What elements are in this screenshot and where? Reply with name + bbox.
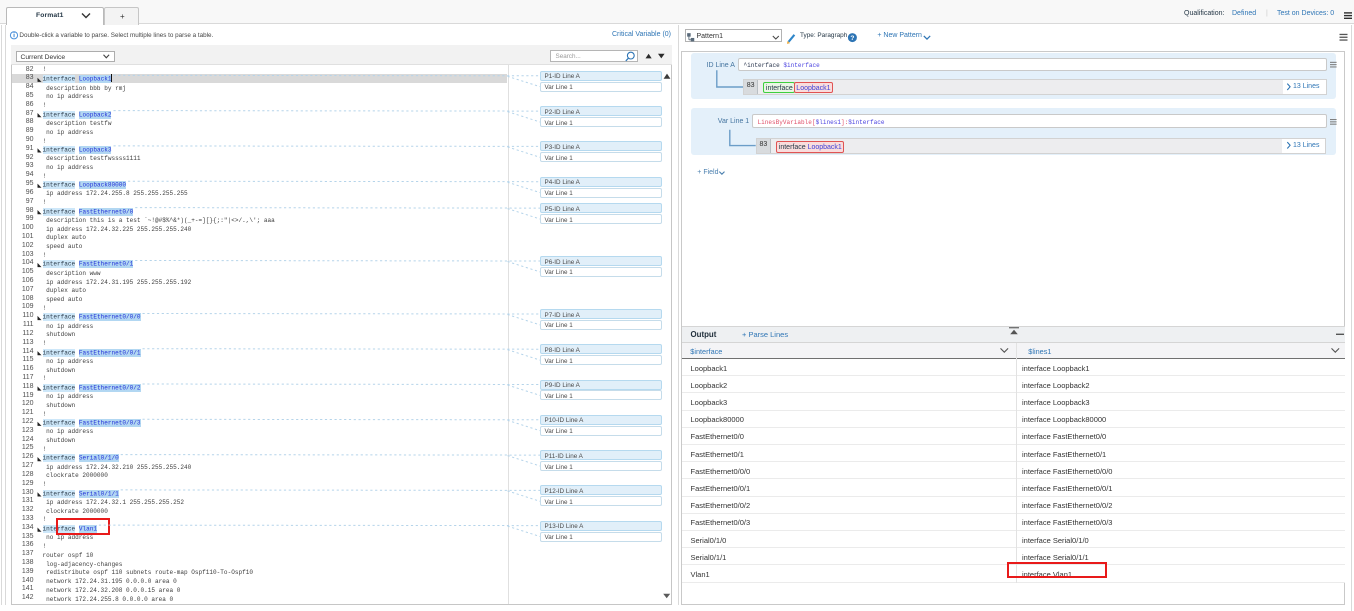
svg-text:?: ? bbox=[850, 35, 854, 42]
